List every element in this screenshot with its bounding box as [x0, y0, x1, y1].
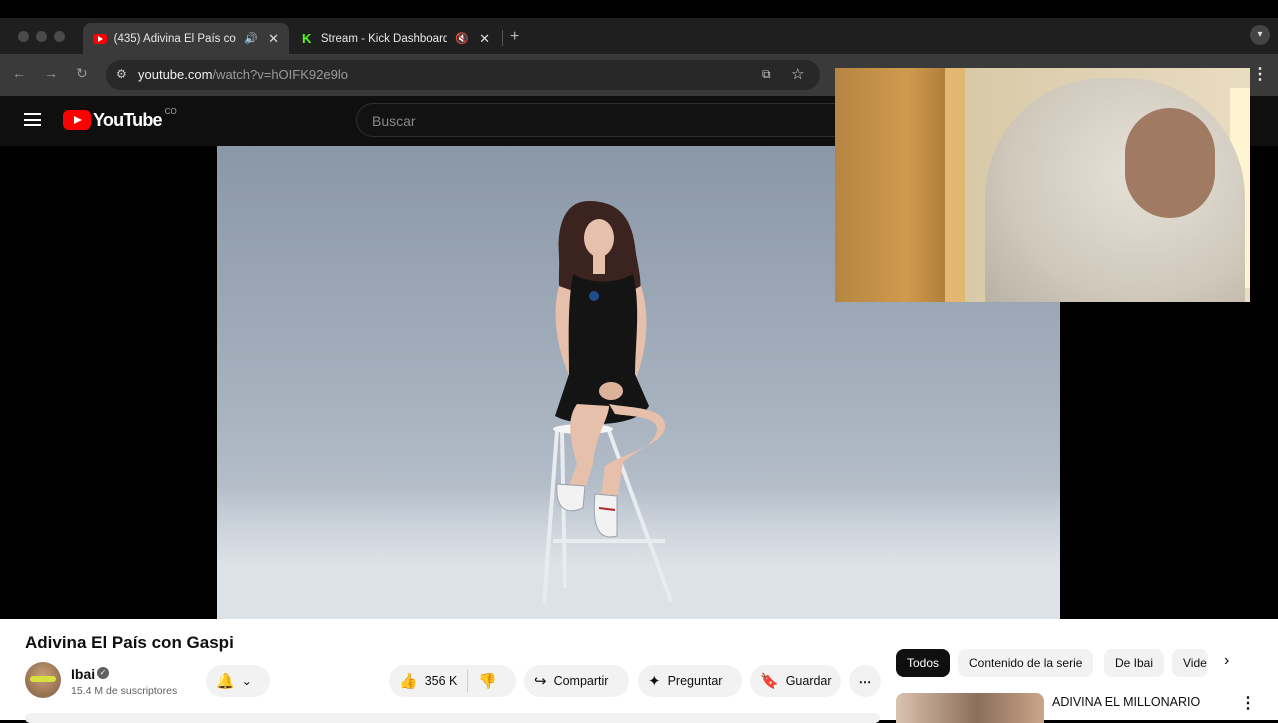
- country-code: CO: [164, 106, 177, 116]
- youtube-favicon-icon: [93, 33, 107, 44]
- tab-divider: [502, 30, 503, 46]
- youtube-play-icon: [63, 110, 91, 130]
- thumbs-down-icon[interactable]: 👎: [478, 672, 497, 690]
- subscriber-count: 15.4 M de suscriptores: [71, 685, 178, 697]
- speaker-icon[interactable]: 🔊: [244, 32, 258, 45]
- kick-favicon-icon: K: [302, 30, 312, 46]
- minimize-window-dot[interactable]: [36, 31, 47, 42]
- like-divider: [467, 670, 469, 692]
- like-dislike-group: 👍 356 K 👎: [389, 665, 516, 697]
- search-placeholder: Buscar: [372, 113, 416, 129]
- save-button[interactable]: 🔖 Guardar: [750, 665, 841, 697]
- chip-series-content[interactable]: Contenido de la serie: [958, 649, 1094, 677]
- video-title: Adivina El País con Gaspi: [25, 633, 234, 652]
- chip-videos[interactable]: Vide: [1172, 649, 1208, 677]
- hamburger-menu-icon[interactable]: [24, 113, 41, 126]
- channel-avatar[interactable]: [25, 662, 61, 698]
- tab-youtube[interactable]: (435) Adivina El País con Gaspi 🔊 ✕: [83, 23, 289, 54]
- tab-kick[interactable]: K Stream - Kick Dashboard 🔇 ✕: [292, 23, 500, 54]
- muted-speaker-icon[interactable]: 🔇: [455, 32, 469, 45]
- more-horizontal-icon: ⋯: [858, 674, 872, 689]
- ask-button[interactable]: ✦ Preguntar: [638, 665, 742, 697]
- bookmark-star-icon[interactable]: ☆: [791, 65, 804, 83]
- reload-icon[interactable]: ↻: [76, 65, 88, 82]
- close-tab-icon[interactable]: ✕: [268, 31, 279, 47]
- chip-todos[interactable]: Todos: [896, 649, 951, 677]
- browser-menu-icon[interactable]: ⋮: [1252, 64, 1268, 84]
- share-label: Compartir: [553, 674, 609, 688]
- more-actions-button[interactable]: ⋯: [849, 665, 881, 697]
- tab-title: Stream - Kick Dashboard: [320, 32, 448, 45]
- maximize-window-dot[interactable]: [54, 31, 65, 42]
- chevron-down-icon: ⌄: [241, 674, 252, 688]
- forward-arrow-icon[interactable]: →: [44, 65, 58, 81]
- back-arrow-icon[interactable]: ←: [12, 65, 26, 81]
- thumbs-up-icon[interactable]: 👍: [399, 672, 418, 690]
- chip-from-ibai[interactable]: De Ibai: [1104, 649, 1165, 677]
- recommended-title[interactable]: ADIVINA EL MILLONARIO: [1052, 695, 1200, 709]
- more-vertical-icon[interactable]: ⋮: [1240, 693, 1256, 713]
- bell-icon: 🔔: [216, 673, 235, 690]
- address-bar[interactable]: ⚙ youtube.com/watch?v=hOIFK92e9lo ⧉ ☆: [106, 60, 820, 90]
- url-text[interactable]: youtube.com/watch?v=hOIFK92e9lo: [138, 67, 348, 82]
- youtube-logo[interactable]: YouTube CO: [63, 106, 177, 131]
- video-details: Adivina El País con Gaspi Ibai ✓ 15.4 M …: [0, 619, 1278, 723]
- browser-tab-bar: (435) Adivina El País con Gaspi 🔊 ✕ K St…: [0, 18, 1278, 54]
- share-button[interactable]: ↪ Compartir: [524, 665, 629, 697]
- recommended-thumbnail[interactable]: [896, 693, 1044, 723]
- subscribed-bell-button[interactable]: 🔔 ⌄: [206, 665, 270, 697]
- tab-search-chevron-icon[interactable]: ▾: [1250, 25, 1270, 45]
- close-tab-icon[interactable]: ✕: [479, 31, 490, 47]
- chevron-right-icon[interactable]: ›: [1224, 652, 1229, 670]
- ask-label: Preguntar: [667, 674, 723, 688]
- streamer-face: [1125, 108, 1215, 218]
- verified-check-icon: ✓: [97, 667, 109, 679]
- search-input[interactable]: Buscar: [356, 103, 856, 137]
- wooden-door: [835, 68, 955, 302]
- screen: (435) Adivina El País con Gaspi 🔊 ✕ K St…: [0, 0, 1278, 723]
- channel-name[interactable]: Ibai: [71, 666, 95, 682]
- tab-title: (435) Adivina El País con Gaspi: [113, 32, 237, 45]
- youtube-wordmark: YouTube: [93, 109, 163, 130]
- door-frame: [945, 68, 965, 302]
- new-tab-icon[interactable]: +: [510, 28, 519, 46]
- share-arrow-icon: ↪: [534, 673, 547, 690]
- sparkle-icon: ✦: [648, 673, 661, 690]
- close-window-dot[interactable]: [18, 31, 29, 42]
- description-box[interactable]: [25, 713, 880, 723]
- bookmark-icon: 🔖: [760, 673, 779, 690]
- site-settings-icon[interactable]: ⚙: [116, 67, 130, 81]
- webcam-overlay: [835, 68, 1250, 302]
- like-count[interactable]: 356 K: [425, 674, 458, 688]
- install-app-icon[interactable]: ⧉: [762, 67, 771, 82]
- save-label: Guardar: [785, 674, 832, 688]
